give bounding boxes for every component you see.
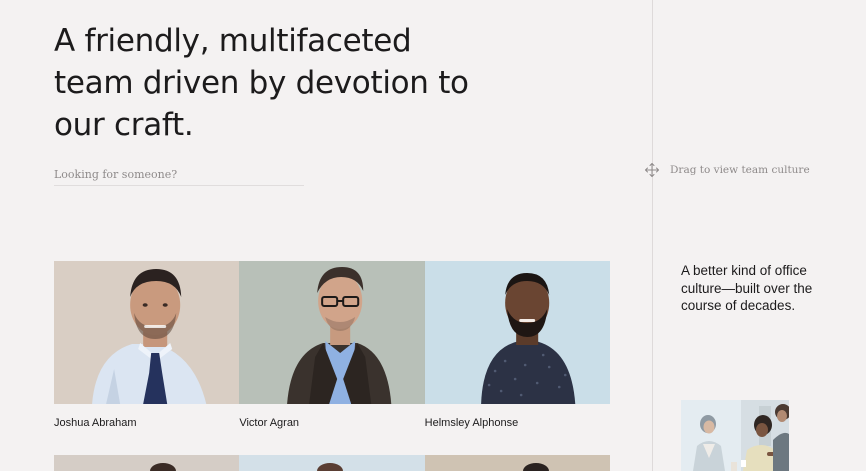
move-arrows-icon: [645, 163, 659, 177]
team-member-name[interactable]: Helmsley Alphonse: [425, 417, 610, 429]
team-photo-victor-agran[interactable]: [239, 261, 425, 404]
team-photo-joshua-abraham[interactable]: [54, 261, 240, 404]
drag-hint-label: Drag to view team culture: [670, 164, 810, 176]
search-field[interactable]: [54, 164, 304, 186]
search-input[interactable]: [54, 164, 304, 184]
team-photo[interactable]: [54, 455, 240, 471]
team-grid: [54, 261, 610, 404]
team-photo[interactable]: [424, 455, 610, 471]
team-photo[interactable]: [239, 455, 425, 471]
page-title: A friendly, multifaceted team driven by …: [54, 23, 469, 143]
culture-description: A better kind of office culture—built ov…: [681, 263, 813, 313]
team-names: Joshua Abraham Victor Agran Helmsley Alp…: [54, 417, 610, 429]
team-member-name[interactable]: Victor Agran: [239, 417, 424, 429]
culture-photo[interactable]: [681, 400, 789, 471]
team-member-name[interactable]: Joshua Abraham: [54, 417, 239, 429]
column-divider: [652, 0, 653, 471]
team-photo-helmsley-alphonse[interactable]: [424, 261, 610, 404]
drag-hint[interactable]: Drag to view team culture: [644, 162, 810, 178]
team-grid-row-2: [54, 455, 610, 471]
